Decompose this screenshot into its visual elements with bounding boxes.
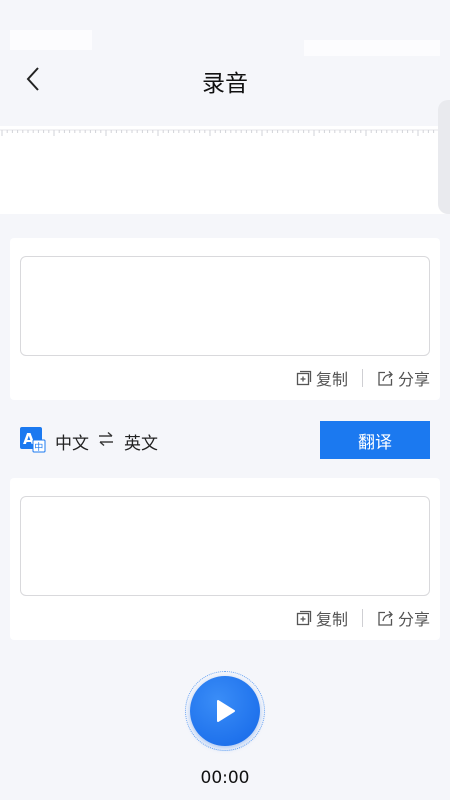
source-actions: 复制 分享 xyxy=(296,366,430,390)
share-icon xyxy=(378,370,393,386)
share-label: 分享 xyxy=(397,610,430,629)
copy-label: 复制 xyxy=(315,370,348,389)
copy-icon xyxy=(296,370,312,386)
source-text-input[interactable] xyxy=(20,256,430,356)
play-icon xyxy=(217,700,235,722)
play-button[interactable] xyxy=(190,676,260,746)
source-text-card: 复制 分享 xyxy=(10,238,440,400)
share-label: 分享 xyxy=(397,370,430,389)
header: 录音 xyxy=(0,56,450,102)
translate-button[interactable]: 翻译 xyxy=(320,421,430,459)
copy-button[interactable]: 复制 xyxy=(296,366,348,390)
divider xyxy=(361,609,363,627)
share-icon xyxy=(378,610,393,626)
waveform-ruler[interactable] xyxy=(0,126,450,214)
target-text-card: 复制 分享 xyxy=(10,478,440,640)
swap-icon[interactable] xyxy=(98,431,114,447)
play-button-ring xyxy=(185,671,265,751)
recording-page: 录音 复制 分享 A 中 中文 英文 翻译 复制 分享 00:00 xyxy=(0,0,450,800)
copy-label: 复制 xyxy=(315,610,348,629)
page-title: 录音 xyxy=(202,71,248,97)
translate-icon: A 中 xyxy=(20,427,46,453)
status-bar-left xyxy=(10,30,92,50)
target-text-input[interactable] xyxy=(20,496,430,596)
status-bar-right xyxy=(304,40,440,56)
divider xyxy=(361,369,363,387)
share-button[interactable]: 分享 xyxy=(377,606,430,630)
share-button[interactable]: 分享 xyxy=(377,366,430,390)
copy-button[interactable]: 复制 xyxy=(296,606,348,630)
copy-icon xyxy=(296,610,312,626)
ruler-scroll-handle[interactable] xyxy=(438,100,450,214)
target-language[interactable]: 英文 xyxy=(124,429,158,454)
target-actions: 复制 分享 xyxy=(296,606,430,630)
ruler-ticks xyxy=(0,129,450,136)
source-language[interactable]: 中文 xyxy=(55,429,89,454)
playback-time: 00:00 xyxy=(200,768,250,788)
svg-text:中: 中 xyxy=(34,441,43,453)
language-row: A 中 中文 英文 翻译 xyxy=(0,420,450,460)
